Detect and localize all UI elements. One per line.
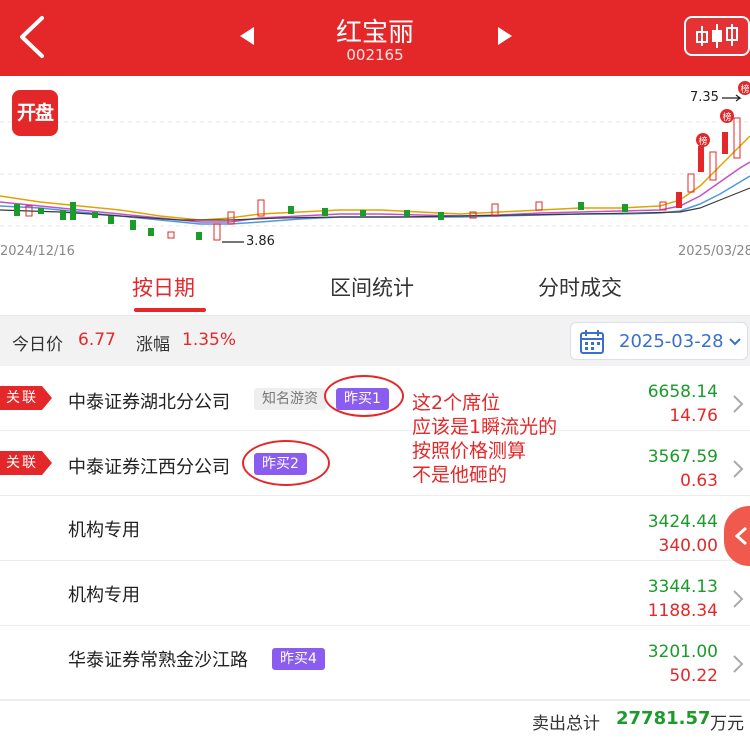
top-bar: 红宝丽 002165: [0, 0, 750, 76]
seat-name: 中泰证券湖北分公司: [68, 392, 230, 413]
annotation-line: 不是他砸的: [412, 464, 508, 486]
stock-name: 红宝丽: [335, 18, 414, 48]
sell-amount: 14.76: [669, 406, 718, 426]
list-item[interactable]: 华泰证券常熟金沙江路 昨买4 3201.00 50.22: [0, 626, 750, 700]
famous-trader-badge: 知名游资: [254, 388, 326, 410]
chart-end-date: 2025/03/28: [678, 244, 750, 259]
open-badge[interactable]: 开盘: [12, 90, 58, 136]
tab-range-stats[interactable]: 区间统计: [330, 272, 414, 302]
limit-up-tag: 榜: [698, 135, 707, 147]
active-tab-indicator: [134, 308, 206, 312]
tab-bar: 按日期 区间统计 分时成交: [0, 264, 750, 316]
sell-amount: 50.22: [669, 666, 718, 686]
kline-button[interactable]: [684, 16, 750, 56]
buy-amount: 3344.13: [647, 577, 718, 597]
sell-amount: 1188.34: [647, 601, 718, 621]
chevron-right-icon: [733, 460, 744, 478]
kline-chart-svg: 榜榜榜: [0, 81, 750, 243]
list-item[interactable]: 机构专用 3424.44 340.00: [0, 496, 750, 561]
high-arrow: [722, 94, 742, 102]
sell-amount: 340.00: [658, 536, 718, 556]
buy-amount: 6658.14: [647, 382, 718, 402]
buy-amount: 3567.59: [647, 447, 718, 467]
annotation-text: 这2个席位 应该是1瞬流光的 按照价格测算 不是他砸的: [412, 391, 557, 487]
annotation-line: 这2个席位: [412, 392, 501, 414]
limit-up-tag: 榜: [722, 111, 731, 123]
selected-date: 2025-03-28: [619, 331, 724, 352]
seat-name: 机构专用: [68, 520, 140, 541]
chevron-down-icon: [729, 338, 741, 346]
chart-start-date: 2024/12/16: [0, 244, 75, 259]
date-picker[interactable]: 2025-03-28: [570, 322, 748, 360]
chevron-right-icon: [733, 590, 744, 608]
chevron-left-icon: [734, 526, 747, 546]
candlestick-icon: [696, 24, 738, 48]
related-tag-label: 关联: [6, 455, 38, 471]
calendar-icon: [580, 330, 604, 354]
annotation-circle: [324, 375, 404, 417]
tab-intraday-trades[interactable]: 分时成交: [538, 272, 622, 302]
seat-name: 华泰证券常熟金沙江路: [68, 650, 248, 671]
seat-name: 中泰证券江西分公司: [68, 457, 230, 478]
list-item[interactable]: 机构专用 3344.13 1188.34: [0, 561, 750, 626]
ma-line-5: [0, 135, 750, 221]
annotation-line: 按照价格测算: [412, 440, 527, 462]
next-stock-icon[interactable]: [492, 24, 516, 48]
related-tag-label: 关联: [6, 390, 38, 406]
limit-up-tag: 榜: [740, 83, 749, 95]
chevron-right-icon: [733, 395, 744, 413]
kline-chart[interactable]: 榜榜榜 开盘 7.35 3.86 2024/12/16 2025/03/28: [0, 76, 750, 264]
sell-amount: 0.63: [680, 471, 718, 491]
price-value: 6.77: [78, 330, 116, 350]
ma-line-60: [0, 187, 750, 221]
total-value: 27781.57: [616, 708, 711, 729]
yesterday-buy-badge: 昨买4: [272, 648, 325, 670]
sell-total-bar: 卖出总计 27781.57 万元: [0, 700, 750, 742]
annotation-line: 应该是1瞬流光的: [412, 416, 558, 438]
buy-amount: 3201.00: [647, 642, 718, 662]
price-bar: 今日价 6.77 涨幅 1.35% 2025-03-28: [0, 316, 750, 366]
high-price-label: 7.35: [690, 90, 719, 105]
total-label: 卖出总计: [532, 714, 600, 734]
chevron-right-icon: [733, 655, 744, 673]
annotation-circle: [242, 440, 330, 486]
tab-by-date[interactable]: 按日期: [132, 272, 195, 302]
buy-amount: 3424.44: [647, 512, 718, 532]
price-label: 今日价: [12, 335, 63, 355]
candles: [14, 117, 741, 241]
low-price-label: 3.86: [246, 234, 275, 249]
total-unit: 万元: [710, 714, 744, 734]
seat-name: 机构专用: [68, 585, 140, 606]
list-item[interactable]: 关联 中泰证券江西分公司 昨买2 3567.59 0.63: [0, 431, 750, 496]
stock-code: 002165: [346, 46, 404, 64]
change-label: 涨幅: [136, 335, 170, 355]
change-value: 1.35%: [182, 330, 237, 350]
